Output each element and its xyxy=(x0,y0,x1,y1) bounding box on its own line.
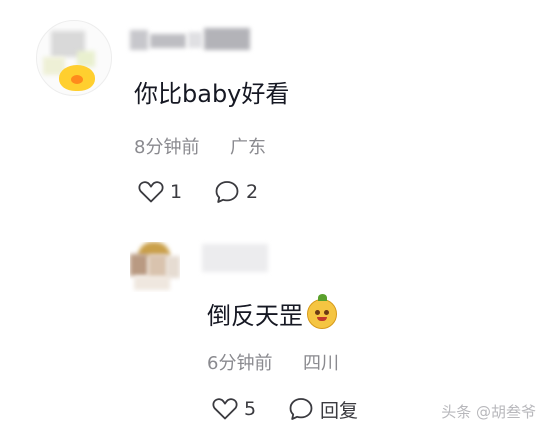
replier-name-redacted[interactable] xyxy=(202,244,272,274)
heart-outline-icon xyxy=(212,398,238,420)
comment-text: 你比baby好看 xyxy=(134,80,290,108)
commenter-avatar[interactable] xyxy=(36,20,112,96)
reply-location: 四川 xyxy=(303,353,339,374)
watermark: 头条 @胡叁爷 xyxy=(441,403,536,421)
like-count: 1 xyxy=(170,181,183,203)
reply-comment-line: 倒反天罡 xyxy=(207,293,337,331)
comment-time: 8分钟前 xyxy=(134,137,200,158)
reply-like-button[interactable]: 5 xyxy=(212,395,256,423)
reply-like-count: 5 xyxy=(244,398,257,420)
reply-time: 6分钟前 xyxy=(207,353,273,374)
replier-avatar[interactable] xyxy=(130,242,180,292)
reply-label: 回复 xyxy=(320,399,359,422)
speech-bubble-icon xyxy=(215,181,239,203)
reply-comment-text: 倒反天罡 xyxy=(207,302,303,330)
avatar-character xyxy=(59,65,95,91)
speech-bubble-icon xyxy=(289,398,313,420)
heart-outline-icon xyxy=(138,181,164,203)
commenter-name-redacted[interactable] xyxy=(130,28,260,54)
comment-location: 广东 xyxy=(230,137,266,158)
reply-count: 2 xyxy=(246,181,259,203)
smiling-face-emoji xyxy=(307,293,337,329)
reply-to-reply-button[interactable]: 回复 xyxy=(288,395,358,423)
like-button[interactable]: 1 xyxy=(138,178,182,206)
reply-button[interactable]: 2 xyxy=(214,178,258,206)
